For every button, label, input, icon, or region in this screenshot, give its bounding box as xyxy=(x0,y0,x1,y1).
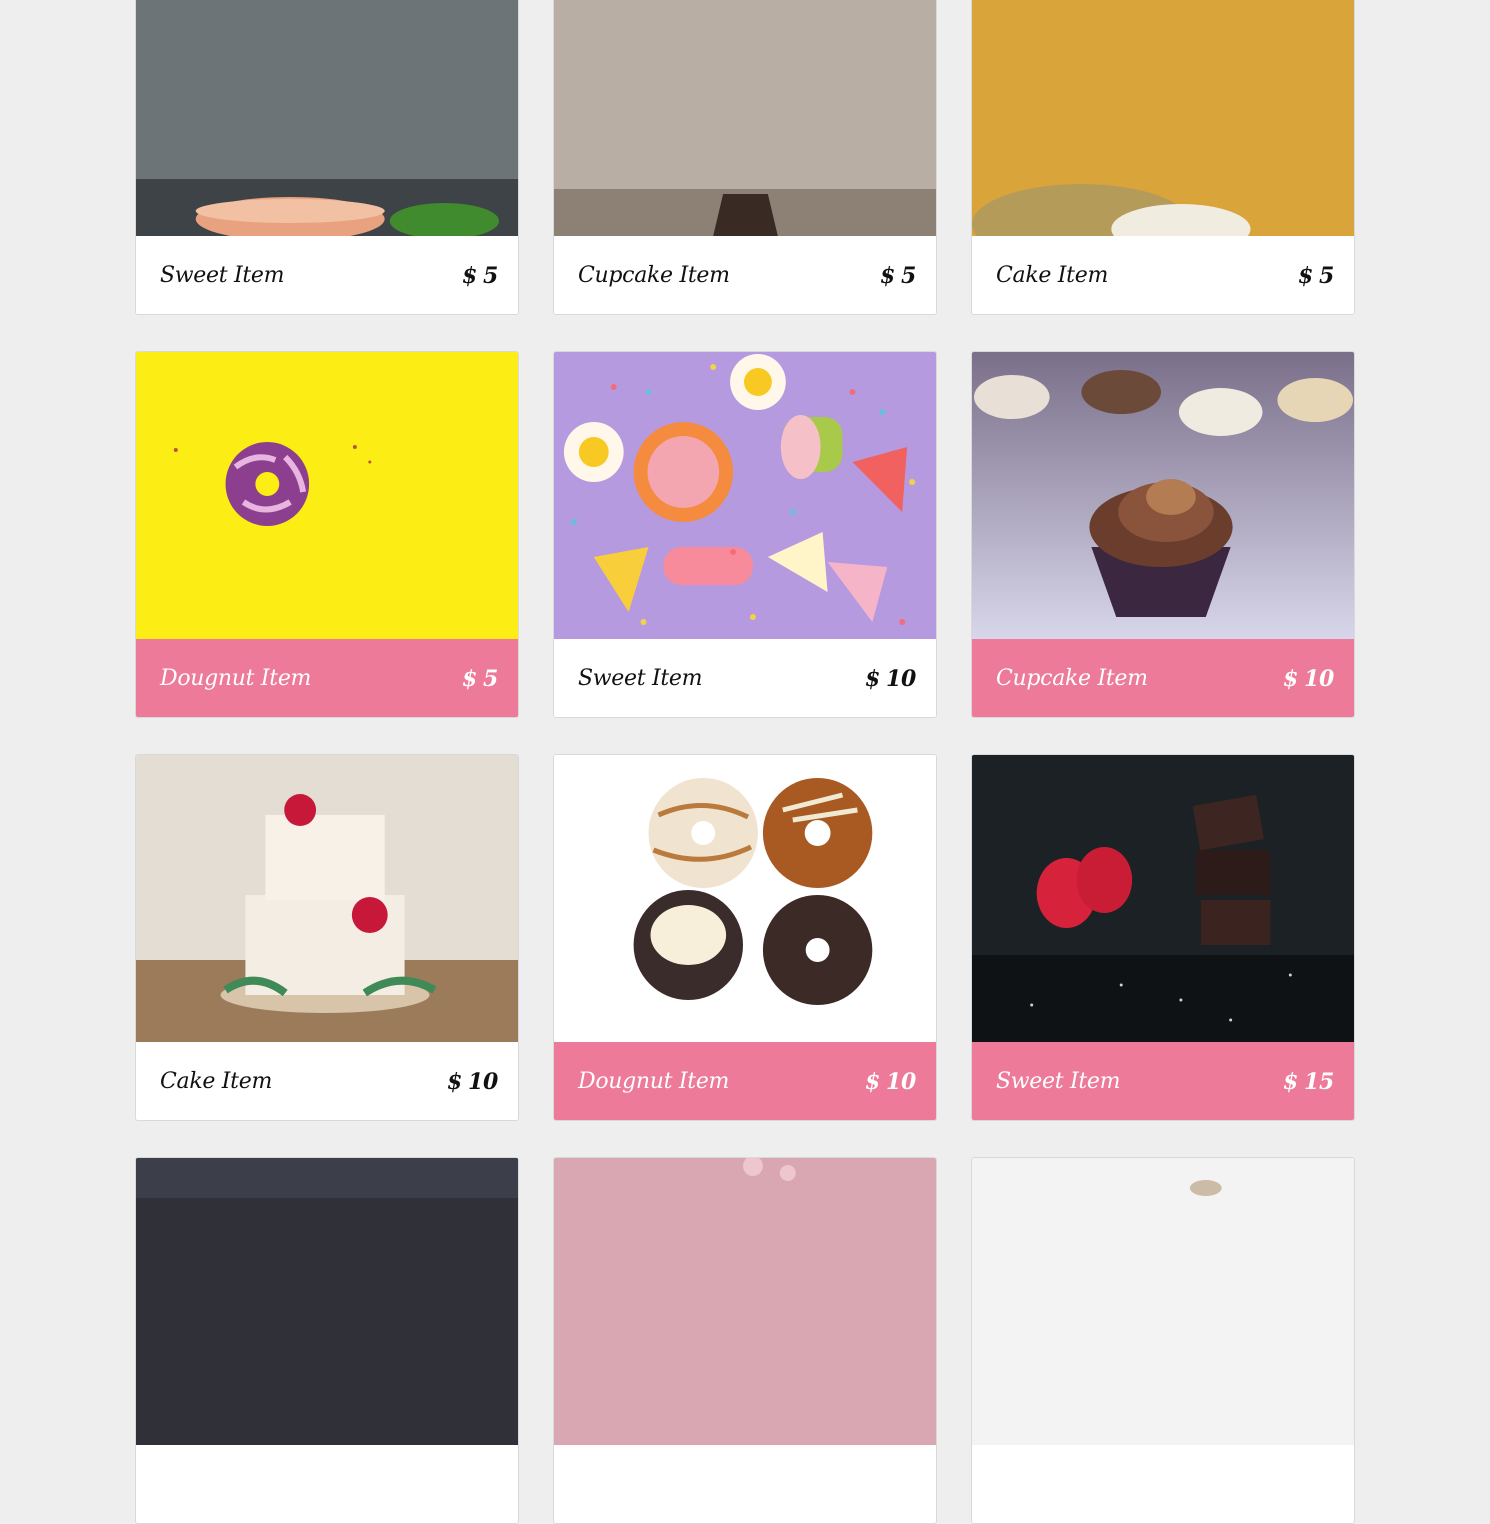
card-footer: Dougnut Item $10 xyxy=(554,1042,936,1120)
chocolate-raspberry-photo xyxy=(972,755,1354,1042)
cupcake-photo xyxy=(554,0,936,236)
four-donuts-photo xyxy=(554,755,936,1042)
card-footer: Cupcake Item $10 xyxy=(972,639,1354,717)
product-card[interactable]: Cake Item $10 xyxy=(135,754,519,1121)
floral-cake-photo xyxy=(136,755,518,1042)
product-card[interactable]: Sweet Item $15 xyxy=(971,754,1355,1121)
product-card[interactable]: Sweet Item $5 xyxy=(135,0,519,315)
product-card[interactable] xyxy=(553,1157,937,1524)
card-footer: Cupcake Item $5 xyxy=(554,236,936,314)
macaron-photo xyxy=(136,0,518,236)
item-price: $10 xyxy=(864,1068,916,1095)
card-footer: Dougnut Item $5 xyxy=(136,639,518,717)
item-price: $10 xyxy=(446,1068,498,1095)
item-name: Sweet Item xyxy=(578,666,703,691)
product-card[interactable] xyxy=(135,1157,519,1524)
candy-photo xyxy=(554,352,936,639)
item-price: $15 xyxy=(1282,1068,1334,1095)
card-footer: Cake Item $5 xyxy=(972,236,1354,314)
product-card[interactable]: Dougnut Item $10 xyxy=(553,754,937,1121)
card-footer: Sweet Item $10 xyxy=(554,639,936,717)
item-name: Sweet Item xyxy=(160,263,285,288)
donut-yellow-photo xyxy=(136,352,518,639)
product-card[interactable]: Dougnut Item $5 xyxy=(135,351,519,718)
product-card[interactable]: Cupcake Item $5 xyxy=(553,0,937,315)
product-photo xyxy=(972,1158,1354,1445)
item-name: Sweet Item xyxy=(996,1069,1121,1094)
product-photo xyxy=(136,1158,518,1445)
item-price: $5 xyxy=(879,262,916,289)
product-grid: Sweet Item $5 Cupcake Item $5 Cake Item xyxy=(135,0,1355,1524)
item-price: $5 xyxy=(1297,262,1334,289)
card-footer: Cake Item $10 xyxy=(136,1042,518,1120)
item-name: Cupcake Item xyxy=(996,666,1148,691)
item-price: $5 xyxy=(461,665,498,692)
item-name: Cupcake Item xyxy=(578,263,730,288)
item-name: Cake Item xyxy=(160,1069,273,1094)
item-price: $10 xyxy=(864,665,916,692)
item-name: Dougnut Item xyxy=(578,1069,730,1094)
product-card[interactable]: Cake Item $5 xyxy=(971,0,1355,315)
cake-photo xyxy=(972,0,1354,236)
card-footer: Sweet Item $15 xyxy=(972,1042,1354,1120)
chocolate-cupcake-photo xyxy=(972,352,1354,639)
product-card[interactable]: Cupcake Item $10 xyxy=(971,351,1355,718)
item-price: $5 xyxy=(461,262,498,289)
product-photo xyxy=(554,1158,936,1445)
card-footer: Sweet Item $5 xyxy=(136,236,518,314)
item-name: Dougnut Item xyxy=(160,666,312,691)
product-card[interactable]: Sweet Item $10 xyxy=(553,351,937,718)
item-price: $10 xyxy=(1282,665,1334,692)
product-card[interactable] xyxy=(971,1157,1355,1524)
item-name: Cake Item xyxy=(996,263,1109,288)
